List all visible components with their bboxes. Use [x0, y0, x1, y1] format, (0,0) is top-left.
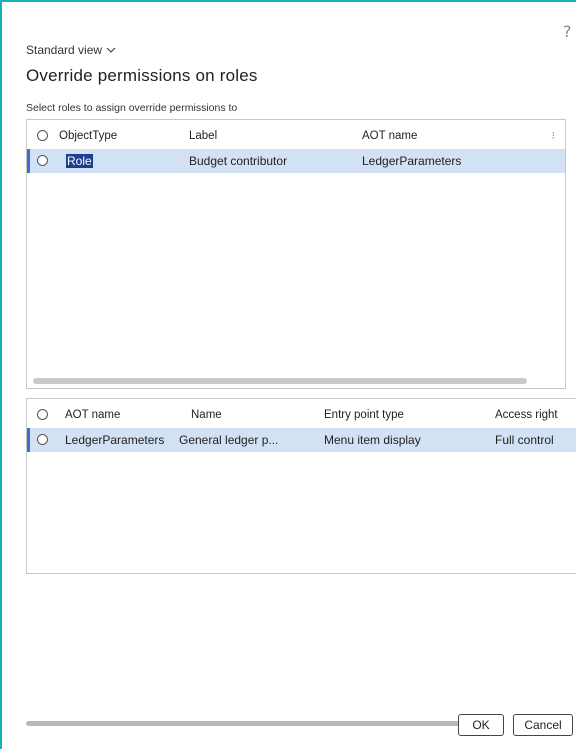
- cancel-button[interactable]: Cancel: [513, 714, 573, 736]
- roles-grid-header: ObjectType Label AOT name ⁝: [27, 124, 565, 148]
- column-header-entry-point-type[interactable]: Entry point type: [324, 403, 404, 427]
- more-options-icon[interactable]: ⁝: [552, 124, 556, 148]
- column-header-label[interactable]: Label: [189, 124, 217, 148]
- select-all-radio[interactable]: [37, 409, 48, 420]
- cell-entry-point-type: Menu item display: [324, 433, 421, 447]
- view-selector[interactable]: Standard view: [26, 43, 116, 57]
- table-row[interactable]: Role Budget contributor LedgerParameters: [27, 149, 565, 173]
- cell-aot-name: LedgerParameters: [362, 154, 462, 168]
- row-select-radio[interactable]: [37, 434, 48, 445]
- cell-label: Budget contributor: [189, 154, 288, 168]
- column-header-access-right[interactable]: Access right: [495, 403, 558, 427]
- cell-access-right: Full control: [495, 433, 554, 447]
- column-header-aot-name[interactable]: AOT name: [65, 403, 120, 427]
- roles-grid-horizontal-scrollbar[interactable]: [33, 378, 527, 384]
- cell-objecttype-wrap: Role: [66, 149, 93, 173]
- cell-name: General ledger p...: [179, 433, 279, 447]
- row-select-radio[interactable]: [37, 155, 48, 166]
- page-title: Override permissions on roles: [26, 66, 258, 85]
- table-row[interactable]: LedgerParameters General ledger p... Men…: [27, 428, 576, 452]
- ok-button[interactable]: OK: [458, 714, 504, 736]
- roles-grid: ObjectType Label AOT name ⁝ Role Budget …: [26, 119, 566, 389]
- cell-aot-name: LedgerParameters: [65, 433, 165, 447]
- help-icon[interactable]: ?: [563, 22, 572, 41]
- dialog-horizontal-scrollbar[interactable]: [26, 721, 502, 726]
- select-all-radio[interactable]: [37, 130, 48, 141]
- view-selector-label: Standard view: [26, 43, 103, 57]
- entry-grid-header: AOT name Name Entry point type Access ri…: [27, 403, 576, 427]
- chevron-down-icon: [106, 47, 116, 53]
- column-header-aot-name[interactable]: AOT name: [362, 124, 417, 148]
- column-header-objecttype[interactable]: ObjectType: [59, 124, 117, 148]
- override-permissions-dialog: ? Standard view Override permissions on …: [0, 0, 576, 749]
- cell-objecttype[interactable]: Role: [66, 154, 93, 168]
- column-header-name[interactable]: Name: [191, 403, 222, 427]
- section-caption: Select roles to assign override permissi…: [26, 102, 238, 114]
- entry-points-grid: AOT name Name Entry point type Access ri…: [26, 398, 576, 574]
